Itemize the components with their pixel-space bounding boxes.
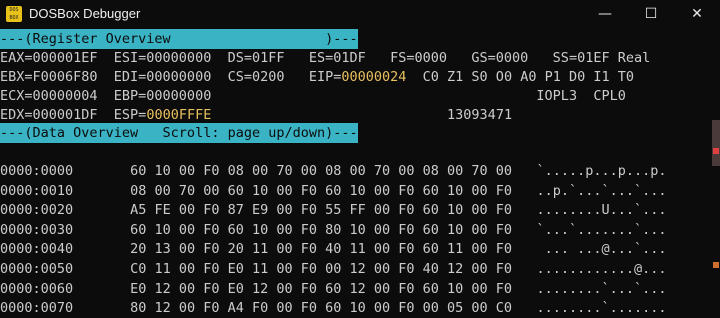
memory-bytes: 20 13 00 F0 20 11 00 F0 40 11 00 F0 60 1… [130,241,513,258]
gutter-marker-red [713,148,719,154]
dosbox-app-icon: DOS BOX [6,6,22,22]
memory-address: 0000:0020 [0,202,74,219]
flags-text: C0 Z1 S0 O0 A0 P1 D0 I1 T0 [406,69,634,85]
register-row-1: EAX=000001EF ESI=00000000 DS=01FF ES=01D… [0,50,651,66]
register-row-3: ECX=00000004 EBP=00000000 IOPL3 CPL0 [0,88,626,104]
app-icon-label: DOS BOX [9,7,19,21]
memory-bytes: 80 12 00 F0 A4 F0 00 F0 60 10 00 F0 00 0… [130,300,513,317]
memory-address: 0000:0030 [0,221,74,238]
close-icon: ✕ [691,6,703,22]
memory-row: 0000:0010 08 00 70 00 60 10 00 F0 60 10 … [0,181,667,201]
minimize-button[interactable]: — [582,0,628,29]
minimize-icon: — [598,6,612,22]
memory-bytes: 60 10 00 F0 60 10 00 F0 80 10 00 F0 60 1… [130,221,513,238]
register-overview-header: ---(Register Overview )--- [0,29,358,49]
eip-value: 00000024 [341,69,407,85]
memory-row: 0000:0040 20 13 00 F0 20 11 00 F0 40 11 … [0,239,667,259]
memory-address: 0000:0010 [0,182,74,199]
memory-row: 0000:0050 C0 11 00 F0 E0 11 00 F0 00 12 … [0,259,667,279]
memory-row: 0000:0020 A5 FE 00 F0 87 E9 00 F0 55 FF … [0,200,667,220]
memory-row: 0000:0000 60 10 00 F0 08 00 70 00 08 00 … [0,161,667,181]
memory-ascii: ... ...@...`... [536,241,667,258]
memory-ascii: ........`....... [536,300,667,317]
maximize-button[interactable]: ☐ [628,0,674,29]
memory-ascii: `...`.......`... [536,221,667,238]
maximize-icon: ☐ [644,6,658,22]
data-overview-header: ---(Data Overview Scroll: page up/down)-… [0,123,358,143]
gutter-marker-orange [713,262,719,268]
memory-address: 0000:0050 [0,261,74,277]
register-row-2: EBX=F0006F80 EDI=00000000 CS=0200 EIP=00… [0,67,634,87]
memory-address: 0000:0070 [0,300,74,317]
debugger-console[interactable]: ---(Register Overview )--- EAX=000001EF … [0,29,720,318]
memory-ascii: ..p.`...`...`... [536,182,667,199]
register-row-4-pre: EDX=000001DF ESP= [0,107,147,123]
memory-bytes: A5 FE 00 F0 87 E9 00 F0 55 FF 00 F0 60 1… [130,202,513,219]
close-button[interactable]: ✕ [674,0,720,29]
memory-address: 0000:0000 [0,163,74,179]
memory-row: 0000:0060 E0 12 00 F0 E0 12 00 F0 60 12 … [0,279,667,299]
memory-bytes: E0 12 00 F0 E0 12 00 F0 60 12 00 F0 60 1… [130,280,513,297]
window-title: DOSBox Debugger [29,6,141,21]
esp-value: 0000FFFE [146,107,212,123]
memory-address: 0000:0060 [0,280,74,297]
memory-ascii: ........U...`... [536,202,667,219]
memory-ascii: ........`...`... [536,280,667,297]
title-bar: DOS BOX DOSBox Debugger — ☐ ✕ [0,0,720,29]
memory-address: 0000:0040 [0,241,74,258]
memory-row: 0000:0030 60 10 00 F0 60 10 00 F0 80 10 … [0,220,667,240]
register-row-2-pre: EBX=F0006F80 EDI=00000000 CS=0200 EIP= [0,69,342,85]
memory-ascii: `.....p...p...p. [536,163,667,179]
cycle-count: 13093471 [211,107,513,123]
memory-ascii: ............@... [536,261,667,277]
memory-row: 0000:0070 80 12 00 F0 A4 F0 00 F0 60 10 … [0,298,667,318]
register-row-4: EDX=000001DF ESP=0000FFFE 13093471 [0,105,512,125]
memory-bytes: 60 10 00 F0 08 00 70 00 08 00 70 00 08 0… [130,163,513,179]
scroll-gutter [712,120,720,166]
memory-bytes: C0 11 00 F0 E0 11 00 F0 00 12 00 F0 40 1… [130,261,513,277]
memory-bytes: 08 00 70 00 60 10 00 F0 60 10 00 F0 60 1… [130,182,513,199]
